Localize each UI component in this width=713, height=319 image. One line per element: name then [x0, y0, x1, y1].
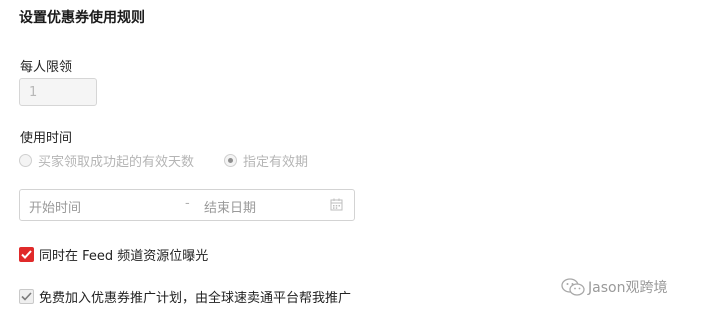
radio-specified-period-circle[interactable]	[224, 154, 237, 167]
radio-valid-days-label: 买家领取成功起的有效天数	[38, 155, 195, 170]
usage-time-label: 使用时间	[20, 131, 73, 146]
watermark-text: Jason观跨境	[588, 280, 668, 296]
radio-specified-period[interactable]: 指定有效期	[224, 151, 308, 170]
wechat-icon	[561, 278, 585, 296]
calendar-icon[interactable]	[330, 198, 343, 211]
date-range-separator: -	[185, 196, 190, 211]
checkbox-promotion-plan[interactable]: 免费加入优惠券推广计划，由全球速卖通平台帮我推广	[19, 287, 351, 306]
radio-valid-days[interactable]: 买家领取成功起的有效天数	[19, 151, 194, 170]
date-range-picker[interactable]: 开始时间 - 结束日期	[19, 189, 355, 221]
checkbox-feed-exposure[interactable]: 同时在 Feed 频道资源位曝光	[19, 245, 208, 264]
checkbox-promotion-plan-label: 免费加入优惠券推广计划，由全球速卖通平台帮我推广	[39, 291, 352, 306]
check-icon	[21, 292, 32, 301]
page-title: 设置优惠券使用规则	[19, 10, 145, 26]
watermark: Jason观跨境	[560, 277, 667, 297]
checkbox-promotion-plan-box[interactable]	[19, 289, 34, 304]
radio-specified-period-label: 指定有效期	[243, 155, 309, 170]
per-person-limit-input[interactable]	[19, 78, 97, 106]
start-time-input[interactable]: 开始时间	[29, 197, 81, 216]
checkbox-feed-exposure-label: 同时在 Feed 频道资源位曝光	[39, 249, 209, 264]
end-date-input[interactable]: 结束日期	[204, 197, 256, 216]
radio-valid-days-circle[interactable]	[19, 154, 32, 167]
checkbox-feed-exposure-box[interactable]	[19, 247, 34, 262]
per-person-limit-label: 每人限领	[20, 60, 73, 75]
check-icon	[21, 250, 32, 259]
